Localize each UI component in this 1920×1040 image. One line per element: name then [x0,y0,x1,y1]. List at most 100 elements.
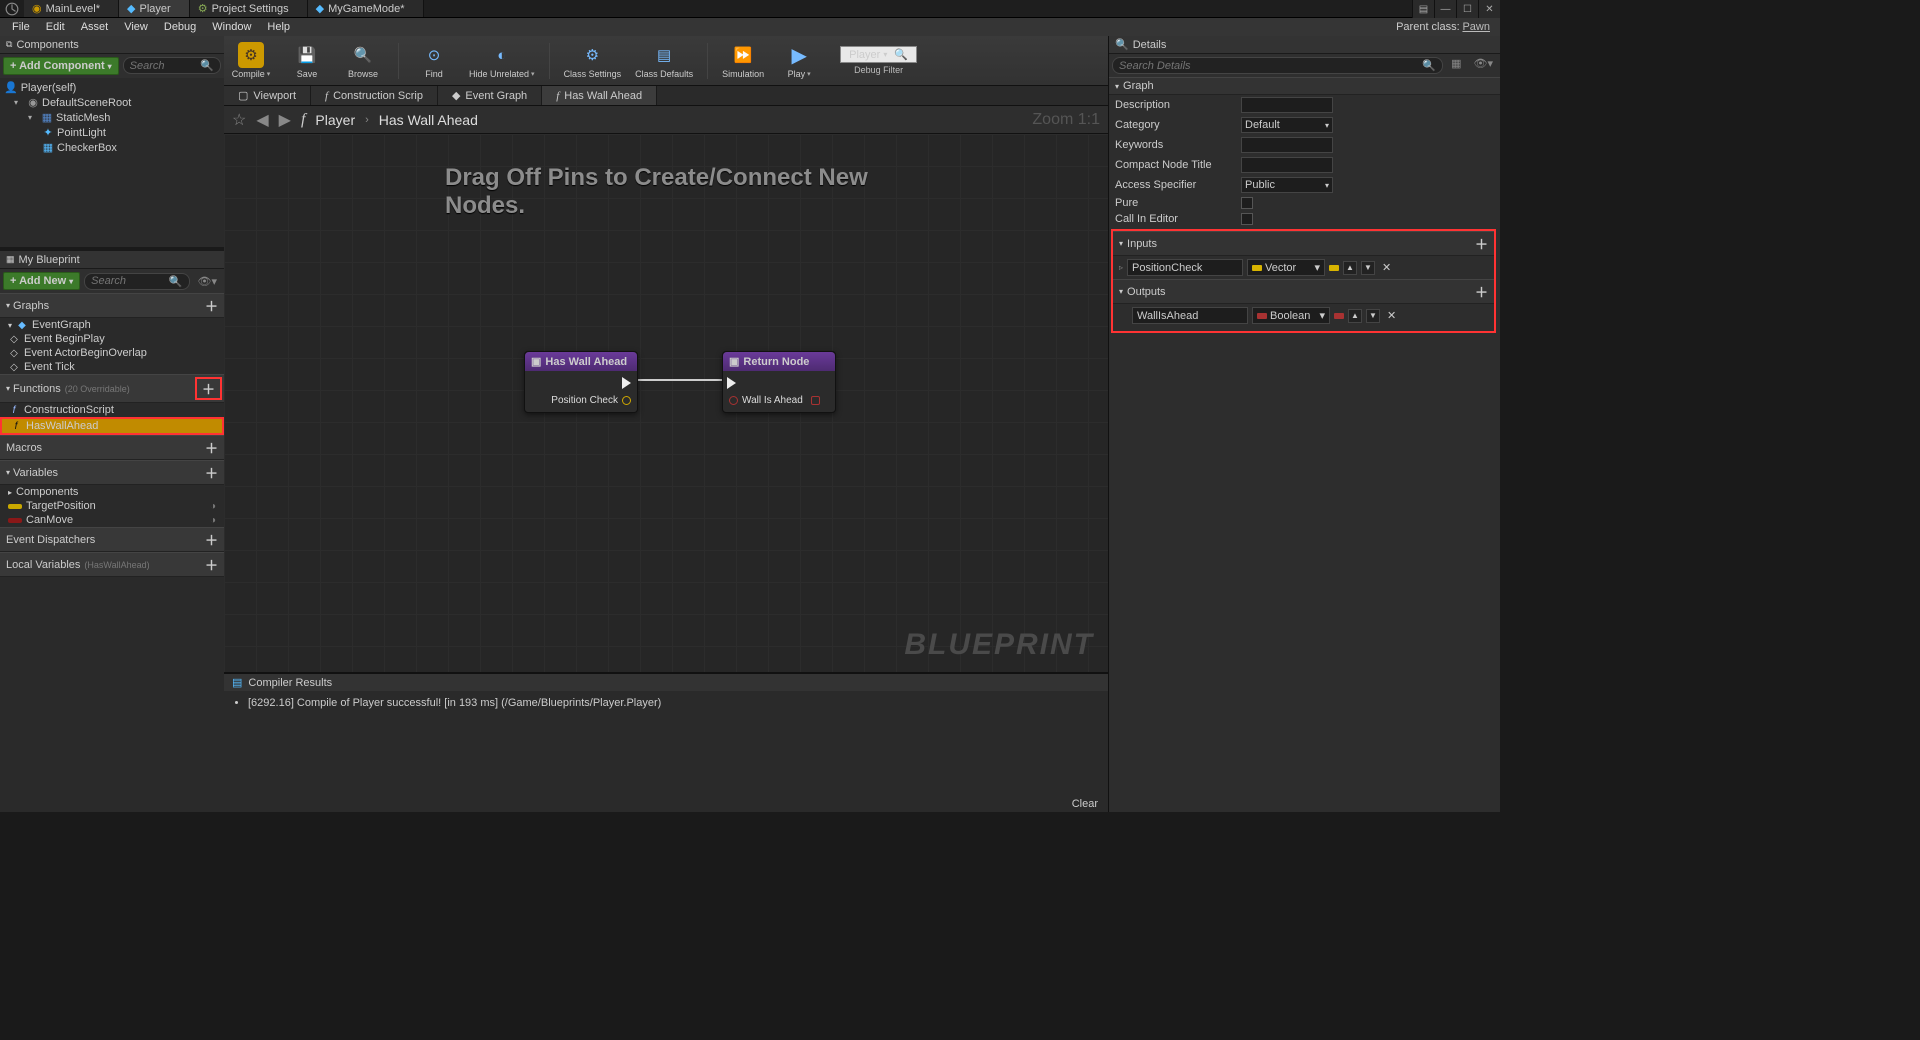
input-compact[interactable] [1241,157,1333,173]
node-return[interactable]: ▣Return Node Wall Is Ahead [722,351,836,413]
nav-back-icon[interactable]: ◀ [256,110,268,130]
input-keywords[interactable] [1241,137,1333,153]
input-type-select[interactable]: Vector▾ [1247,259,1325,276]
section-macros[interactable]: Macros＋ [0,435,224,460]
myblueprint-search-input[interactable]: 🔍 [84,273,189,290]
nav-forward-icon[interactable]: ▶ [279,110,291,130]
hide-unrelated-button[interactable]: ◐Hide Unrelated▾ [469,42,535,79]
visibility-icon[interactable]: 👁▾ [1470,57,1498,74]
section-local-vars[interactable]: Local Variables(HasWallAhead)＋ [0,552,224,577]
tree-point-light[interactable]: ✦PointLight [0,125,224,140]
class-settings-button[interactable]: ⚙Class Settings [564,42,622,79]
details-search-input[interactable]: 🔍 [1112,57,1443,74]
item-var-canmove[interactable]: CanMove◑ [0,513,224,527]
section-variables[interactable]: ▾Variables＋ [0,460,224,485]
checkbox-call-editor[interactable] [1241,213,1253,225]
tab-has-wall-ahead[interactable]: fHas Wall Ahead [542,86,657,105]
tab-gamemode[interactable]: ◆MyGameMode* [308,0,424,17]
item-event-overlap[interactable]: ◇Event ActorBeginOverlap [0,346,224,360]
crumb-haswallahead[interactable]: Has Wall Ahead [379,112,478,128]
output-type-select[interactable]: Boolean▾ [1252,307,1330,324]
bool-in-pin[interactable] [729,396,738,405]
move-up-button[interactable]: ▲ [1343,261,1357,275]
components-panel-tab[interactable]: ⧉Components [0,36,224,54]
tree-scene-root[interactable]: ▾◉DefaultSceneRoot [0,95,224,110]
menu-file[interactable]: File [4,18,38,36]
select-category[interactable]: Default▾ [1241,117,1333,133]
tab-player[interactable]: ◆Player [119,0,190,17]
find-button[interactable]: ⊙Find [413,42,455,79]
bool-default-input[interactable] [811,396,820,405]
add-dispatcher-button[interactable]: ＋ [205,530,218,549]
section-graph[interactable]: ▾Graph [1109,77,1500,95]
parent-class-link[interactable]: Pawn [1462,21,1490,33]
section-graphs[interactable]: ▾Graphs＋ [0,293,224,318]
tab-event-graph[interactable]: ◆Event Graph [438,86,542,105]
tab-project-settings[interactable]: ⚙Project Settings [190,0,308,17]
item-event-beginplay[interactable]: ◇Event BeginPlay [0,332,224,346]
checkbox-pure[interactable] [1241,197,1253,209]
section-outputs[interactable]: ▾Outputs＋ [1113,279,1494,304]
property-matrix-icon[interactable]: ▦ [1447,57,1465,74]
add-component-button[interactable]: + Add Component▾ [3,57,119,75]
menu-debug[interactable]: Debug [156,18,204,36]
section-inputs[interactable]: ▾Inputs＋ [1113,231,1494,256]
myblueprint-panel-tab[interactable]: ▦My Blueprint [0,251,224,269]
add-macro-button[interactable]: ＋ [205,438,218,457]
move-down-button[interactable]: ▼ [1366,309,1380,323]
browse-button[interactable]: 🔍Browse [342,42,384,79]
menu-window[interactable]: Window [204,18,259,36]
class-defaults-button[interactable]: ▤Class Defaults [635,42,693,79]
eye-icon[interactable]: ◑ [210,515,216,526]
details-tab[interactable]: 🔍Details [1109,36,1500,54]
item-var-targetposition[interactable]: TargetPosition◑ [0,499,224,513]
item-event-tick[interactable]: ◇Event Tick [0,360,224,374]
item-construction-script[interactable]: fConstructionScript [0,403,224,417]
add-graph-button[interactable]: ＋ [205,296,218,315]
add-function-button[interactable]: ＋ [195,377,222,400]
item-var-components[interactable]: ▸Components [0,485,224,499]
visibility-toggle-icon[interactable]: 👁▾ [194,275,222,288]
tree-checker-box[interactable]: ▦CheckerBox [0,140,224,155]
select-access[interactable]: Public▾ [1241,177,1333,193]
remove-input-button[interactable]: ✕ [1379,261,1394,274]
tab-mainlevel[interactable]: ◉MainLevel* [24,0,119,17]
components-search-input[interactable]: 🔍 [123,57,221,74]
input-description[interactable] [1241,97,1333,113]
crumb-player[interactable]: Player [315,112,355,128]
window-maximize-icon[interactable]: ☐ [1456,0,1478,18]
section-functions[interactable]: ▾Functions(20 Overridable) ＋ [0,374,224,403]
input-name-field[interactable]: PositionCheck [1127,259,1243,276]
window-close-icon[interactable]: ✕ [1478,0,1500,18]
exec-out-pin[interactable] [622,377,631,389]
add-localvar-button[interactable]: ＋ [205,555,218,574]
save-button[interactable]: 💾Save [286,42,328,79]
graph-canvas[interactable]: Drag Off Pins to Create/Connect New Node… [224,134,1108,672]
remove-output-button[interactable]: ✕ [1384,309,1399,322]
add-input-button[interactable]: ＋ [1475,234,1488,253]
add-variable-button[interactable]: ＋ [205,463,218,482]
tree-player-self[interactable]: 👤Player(self) [0,80,224,95]
add-output-button[interactable]: ＋ [1475,282,1488,301]
move-up-button[interactable]: ▲ [1348,309,1362,323]
eye-icon[interactable]: ◑ [210,501,216,512]
simulation-button[interactable]: ⏩Simulation [722,42,764,79]
window-minimize-icon[interactable]: — [1434,0,1456,18]
output-name-field[interactable]: WallIsAhead [1132,307,1248,324]
tab-construction-script[interactable]: fConstruction Scrip [311,86,438,105]
clear-button[interactable]: Clear [1072,798,1098,810]
compile-button[interactable]: ⚙Compile▾ [230,42,272,79]
move-down-button[interactable]: ▼ [1361,261,1375,275]
item-eventgraph[interactable]: ▾◆EventGraph [0,318,224,332]
menu-view[interactable]: View [116,18,156,36]
play-button[interactable]: ▶Play▾ [778,42,820,79]
favorite-icon[interactable]: ☆ [232,110,246,130]
vector-out-pin[interactable] [622,396,631,405]
add-new-button[interactable]: + Add New▾ [3,272,80,290]
node-has-wall-ahead[interactable]: ▣Has Wall Ahead Position Check [524,351,638,413]
debug-object-selector[interactable]: Player▾🔍 [840,46,917,63]
menu-edit[interactable]: Edit [38,18,73,36]
section-dispatchers[interactable]: Event Dispatchers＋ [0,527,224,552]
console-icon[interactable]: ▤ [1412,0,1434,18]
menu-asset[interactable]: Asset [73,18,117,36]
